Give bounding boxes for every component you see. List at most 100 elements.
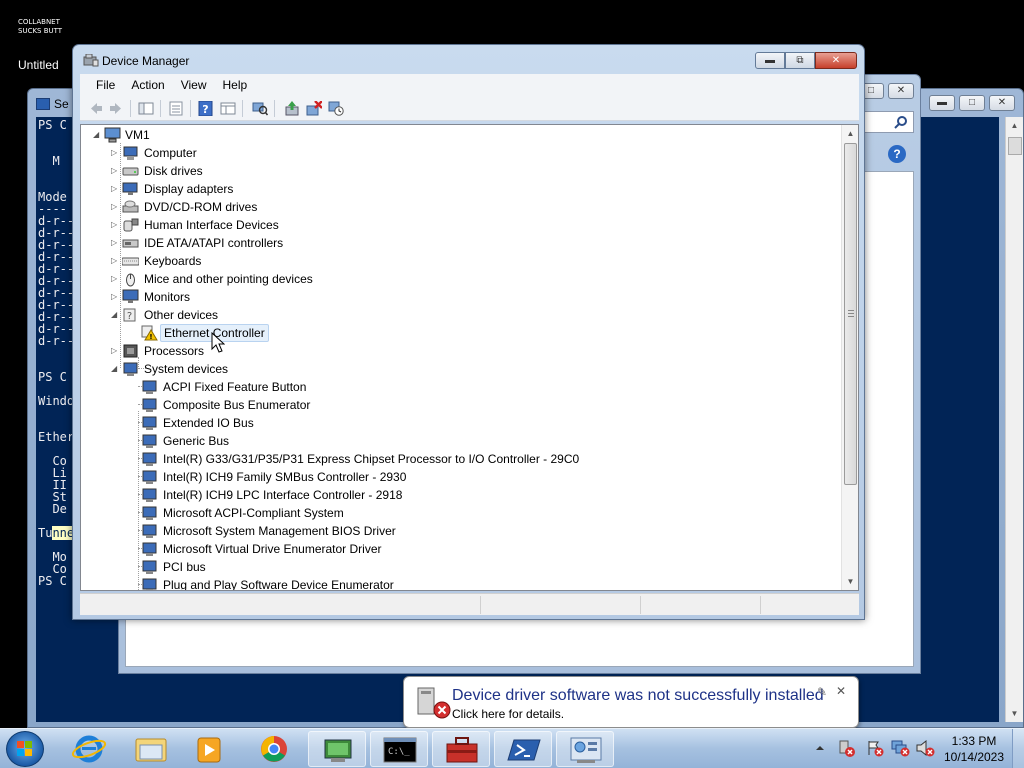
close-button[interactable]: ✕ [815,52,857,69]
menu-file[interactable]: File [89,78,124,92]
scroll-thumb[interactable] [1008,137,1022,155]
help-icon[interactable]: ? [198,101,214,116]
tree-label: Monitors [144,290,191,304]
help-icon[interactable]: ? [888,145,906,163]
scroll-up-icon[interactable]: ▲ [842,125,858,142]
tree-item-system-device[interactable]: Extended IO Bus [81,414,681,432]
minimize-button[interactable]: ▬ [929,95,955,111]
notification-balloon[interactable]: Device driver software was not successfu… [403,676,859,728]
uninstall-icon[interactable] [306,101,322,116]
expand-arrow-icon[interactable]: ▷ [111,167,119,175]
tree-item-system-device[interactable]: Intel(R) ICH9 LPC Interface Controller -… [81,486,681,504]
tree-item-computer[interactable]: ▷ Computer [81,144,381,162]
show-hidden-icons-icon[interactable] [815,743,825,753]
taskbar-powershell[interactable] [494,731,552,767]
close-button[interactable]: ✕ [888,83,914,99]
close-icon[interactable]: ✕ [836,684,846,698]
taskbar-command-prompt[interactable]: C:\_ [370,731,428,767]
tree-item-system-device[interactable]: Microsoft ACPI-Compliant System [81,504,681,522]
tree-item-monitors[interactable]: ▷ Monitors [81,288,381,306]
start-button[interactable] [6,731,44,767]
collapse-arrow-icon[interactable]: ◢ [111,311,119,319]
expand-arrow-icon[interactable]: ▷ [111,185,119,193]
tree-item-ethernet-controller[interactable]: ! Ethernet Controller [81,324,381,342]
tree-item-hid[interactable]: ▷ Human Interface Devices [81,216,381,234]
expand-arrow-icon[interactable]: ▷ [111,149,119,157]
back-icon[interactable] [88,101,104,116]
tree-item-system-device[interactable]: Intel(R) ICH9 Family SMBus Controller - … [81,468,681,486]
clock[interactable]: 1:33 PM 10/14/2023 [941,733,1007,765]
tree-item-system-device[interactable]: Microsoft System Management BIOS Driver [81,522,681,540]
expand-arrow-icon[interactable]: ▷ [111,221,119,229]
expand-arrow-icon[interactable]: ▷ [111,293,119,301]
network-error-icon[interactable] [890,739,910,757]
collapse-arrow-icon[interactable]: ◢ [93,131,101,139]
menu-action[interactable]: Action [124,78,173,92]
tree-item-system-device[interactable]: ACPI Fixed Feature Button [81,378,681,396]
dvd-drive-icon [122,200,139,213]
tree-item-display-adapters[interactable]: ▷ Display adapters [81,180,381,198]
taskbar-toolbox[interactable] [432,731,490,767]
tree-item-dvd-drives[interactable]: ▷ DVD/CD-ROM drives [81,198,381,216]
disable-icon[interactable] [328,101,344,116]
tree-scrollbar[interactable]: ▲ ▼ [841,125,858,590]
taskbar-computer-management[interactable] [308,731,366,767]
tree-item-disk-drives[interactable]: ▷ Disk drives [81,162,381,180]
volume-muted-icon[interactable] [915,739,935,757]
tree-item-processors[interactable]: ▷ Processors [81,342,381,360]
expand-arrow-icon[interactable]: ▷ [111,203,119,211]
scroll-up-icon[interactable]: ▲ [1006,117,1023,134]
forward-icon[interactable] [108,101,124,116]
show-hide-tree-icon[interactable] [138,101,154,116]
powershell-scrollbar[interactable]: ▲ ▼ [1005,117,1023,722]
expand-arrow-icon[interactable]: ▷ [111,275,119,283]
tree-item-mice[interactable]: ▷ Mice and other pointing devices [81,270,401,288]
scan-hardware-icon[interactable] [252,101,268,116]
powershell-titlebar[interactable]: Se [36,97,69,111]
tree-item-system-device[interactable]: Microsoft Virtual Drive Enumerator Drive… [81,540,681,558]
tree-item-ide-controllers[interactable]: ▷ IDE ATA/ATAPI controllers [81,234,381,252]
tree-root[interactable]: ◢ VM1 [81,126,381,144]
taskbar-media-player[interactable] [180,731,238,767]
menu-view[interactable]: View [174,78,216,92]
menu-help[interactable]: Help [216,78,257,92]
pin-icon[interactable]: ✎ [817,685,827,699]
close-button[interactable]: ✕ [989,95,1015,111]
action-center-icon[interactable] [866,739,884,757]
notification-body[interactable]: Click here for details. [452,707,564,721]
device-manager-window[interactable]: Device Manager ▬ ⧉ ✕ File Action View He… [72,44,865,620]
expand-arrow-icon[interactable]: ▷ [111,257,119,265]
tree-label: Intel(R) ICH9 LPC Interface Controller -… [163,488,403,502]
tree-item-system-devices[interactable]: ◢ System devices [81,360,381,378]
show-desktop-button[interactable] [1012,729,1024,768]
taskbar-windows-explorer[interactable] [122,731,180,767]
tree-item-system-device[interactable]: Generic Bus [81,432,681,450]
tree-item-other-devices[interactable]: ◢ ? Other devices [81,306,381,324]
restore-button[interactable]: ⧉ [785,52,815,69]
taskbar-chrome[interactable] [245,731,303,767]
maximize-button[interactable]: □ [959,95,985,111]
desktop-icon-label[interactable]: Untitled [18,58,59,72]
tree-item-system-device[interactable]: Intel(R) G33/G31/P35/P31 Express Chipset… [81,450,781,468]
taskbar-internet-explorer[interactable] [60,731,118,767]
scroll-down-icon[interactable]: ▼ [842,573,858,590]
device-error-tray-icon[interactable] [838,739,856,757]
tree-item-system-device[interactable]: PCI bus [81,558,681,576]
scroll-thumb[interactable] [844,143,857,485]
view-icon[interactable] [220,101,236,116]
expand-arrow-icon[interactable]: ▷ [111,239,119,247]
minimize-button[interactable]: ▬ [755,52,785,69]
properties-icon[interactable] [168,101,184,116]
notification-title[interactable]: Device driver software was not successfu… [452,687,824,705]
collapse-arrow-icon[interactable]: ◢ [111,365,119,373]
search-icon[interactable] [894,115,908,129]
tree-item-system-device[interactable]: Plug and Play Software Device Enumerator [81,576,681,590]
taskbar-control-panel[interactable] [556,731,614,767]
device-manager-titlebar[interactable]: Device Manager ▬ ⧉ ✕ [73,45,864,75]
update-driver-icon[interactable] [284,101,300,116]
device-tree[interactable]: ◢ VM1 ▷ Computer ▷ Disk drives ▷ Display… [80,124,859,591]
expand-arrow-icon[interactable]: ▷ [111,347,119,355]
scroll-down-icon[interactable]: ▼ [1006,705,1023,722]
tree-item-system-device[interactable]: Composite Bus Enumerator [81,396,681,414]
tree-item-keyboards[interactable]: ▷ Keyboards [81,252,381,270]
